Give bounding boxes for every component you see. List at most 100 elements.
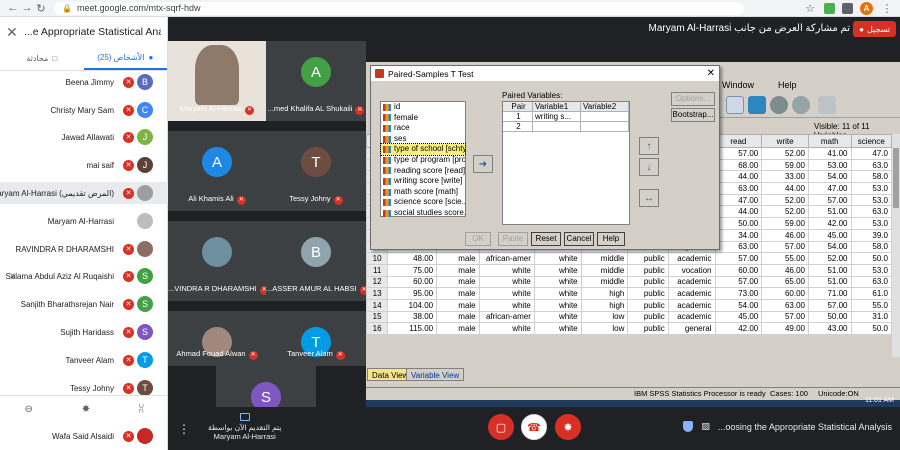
profile-avatar[interactable]: A	[860, 1, 873, 15]
data-cell[interactable]: 75.00	[387, 263, 438, 277]
close-icon[interactable]: ✕	[6, 24, 18, 41]
data-cell[interactable]: white	[533, 252, 582, 265]
data-cell[interactable]: low	[580, 322, 629, 335]
data-cell[interactable]: academic	[667, 298, 716, 312]
participant-row[interactable]: Maryam Al-Harrasi	[0, 210, 168, 232]
data-cell[interactable]: public	[627, 252, 669, 265]
pair-variable2[interactable]	[581, 122, 629, 132]
data-cell[interactable]: white	[533, 298, 582, 312]
data-cell[interactable]: 57.00	[714, 147, 763, 160]
row-number[interactable]: 15	[366, 310, 389, 324]
data-cell[interactable]: 59.00	[761, 217, 809, 230]
move-up-button[interactable]: ↑	[639, 137, 659, 155]
video-tile[interactable]: S	[216, 366, 316, 412]
data-cell[interactable]: middle	[580, 275, 629, 289]
participant-row[interactable]: Sujith Haridass ✕ S	[0, 321, 168, 343]
data-cell[interactable]: 57.00	[761, 310, 809, 324]
data-cell[interactable]: 44.00	[761, 182, 809, 195]
pair-variable2[interactable]	[581, 112, 629, 122]
data-cell[interactable]: white	[533, 322, 582, 335]
sphere-icon[interactable]	[770, 96, 788, 114]
data-cell[interactable]: academic	[667, 287, 716, 300]
move-down-button[interactable]: ↓	[639, 158, 659, 176]
data-cell[interactable]: 57.00	[808, 193, 852, 207]
column-header[interactable]: write	[761, 134, 809, 148]
shield-icon[interactable]	[683, 421, 694, 432]
data-cell[interactable]: public	[627, 310, 669, 324]
mute-all-icon[interactable]: ✸	[82, 404, 90, 415]
data-cell[interactable]: 60.00	[761, 287, 809, 300]
data-cell[interactable]: 50.0	[850, 322, 892, 335]
reload-icon[interactable]: ↻	[34, 1, 48, 15]
data-cell[interactable]: 57.00	[714, 275, 763, 289]
video-tile[interactable]: B ...ASSER AMUR AL HABSI ✕	[266, 221, 369, 301]
data-cell[interactable]: vocation	[667, 263, 716, 277]
participant-row[interactable]: Wafa Said Alsaidi ✕	[0, 425, 168, 447]
data-cell[interactable]: 63.00	[761, 298, 809, 312]
close-icon[interactable]: ✕	[707, 68, 715, 79]
bootstrap-button[interactable]: Bootstrap...	[671, 108, 715, 122]
hang-up-button[interactable]: ☎	[521, 414, 547, 440]
value-labels-icon[interactable]	[726, 96, 744, 114]
row-number[interactable]: 11	[366, 263, 389, 277]
video-tile[interactable]: A Ali Khamis Ali ✕	[168, 131, 266, 211]
video-tile[interactable]: Ahmad Fouad Alwan ✕	[168, 311, 266, 366]
data-cell[interactable]: 59.00	[761, 158, 809, 172]
data-cell[interactable]: 46.00	[761, 263, 809, 277]
pair-variable1[interactable]	[533, 122, 581, 132]
sphere-icon[interactable]	[792, 96, 810, 114]
data-cell[interactable]: 54.00	[714, 298, 763, 312]
data-cell[interactable]: middle	[580, 263, 629, 277]
variable-item[interactable]: writing score [write]	[381, 176, 465, 187]
data-cell[interactable]: male	[436, 275, 480, 289]
puzzle-icon[interactable]	[842, 2, 853, 14]
star-icon[interactable]: ☆	[803, 1, 817, 15]
paired-variables-table[interactable]: Pair Variable1 Variable2 1 writing s... …	[502, 101, 630, 225]
data-cell[interactable]: 60.00	[387, 275, 438, 289]
tab-variable-view[interactable]: Variable View	[406, 368, 465, 381]
data-cell[interactable]: male	[436, 298, 480, 312]
data-cell[interactable]: african-amer	[478, 252, 535, 265]
menu-help[interactable]: Help	[778, 80, 797, 90]
data-cell[interactable]: middle	[580, 252, 629, 265]
data-cell[interactable]: 50.0	[850, 252, 892, 265]
participant-row[interactable]: Beena Jimmy ✕ B	[0, 71, 168, 93]
row-number[interactable]: 10	[366, 252, 389, 265]
variable-item[interactable]: social studies score...	[381, 208, 465, 219]
data-cell[interactable]: 31.0	[850, 310, 892, 324]
data-cell[interactable]: 52.00	[761, 147, 809, 160]
data-cell[interactable]: 63.0	[850, 205, 892, 219]
data-cell[interactable]: 53.00	[808, 158, 852, 172]
data-cell[interactable]: white	[478, 287, 535, 300]
data-cell[interactable]: 65.00	[761, 275, 809, 289]
video-tile[interactable]: T Tessy Johny ✕	[266, 131, 366, 211]
data-cell[interactable]: 53.0	[850, 182, 892, 195]
data-cell[interactable]: 39.0	[850, 228, 892, 242]
data-cell[interactable]: 57.00	[761, 240, 809, 254]
data-cell[interactable]: 58.0	[850, 170, 892, 184]
data-cell[interactable]: white	[533, 287, 582, 300]
data-cell[interactable]: public	[627, 298, 669, 312]
data-cell[interactable]: male	[436, 263, 480, 277]
data-cell[interactable]: 48.00	[387, 252, 438, 265]
video-tile[interactable]: T Tanveer Alam ✕	[266, 311, 366, 366]
captions-icon[interactable]: ▨	[701, 421, 710, 432]
data-cell[interactable]: 53.0	[850, 193, 892, 207]
variable-item[interactable]: id	[381, 102, 465, 113]
data-cell[interactable]: academic	[667, 310, 716, 324]
row-number[interactable]: 14	[366, 298, 389, 312]
participant-row[interactable]: Christy Mary Sam ✕ C	[0, 99, 168, 121]
data-cell[interactable]: high	[580, 298, 629, 312]
address-bar[interactable]: 🔒 meet.google.com/mtx-sqrf-hdw	[54, 1, 744, 15]
data-cell[interactable]: public	[627, 322, 669, 335]
data-cell[interactable]: 55.0	[850, 298, 892, 312]
data-cell[interactable]: academic	[667, 275, 716, 289]
data-cell[interactable]: white	[478, 263, 535, 277]
column-header[interactable]: read	[714, 134, 763, 148]
data-cell[interactable]: 47.00	[714, 193, 763, 207]
data-cell[interactable]: male	[436, 310, 480, 324]
more-options-icon[interactable]: ⋮	[178, 422, 190, 436]
variable-item[interactable]: female	[381, 113, 465, 124]
forward-icon[interactable]: →	[20, 1, 34, 15]
data-cell[interactable]: 63.0	[850, 158, 892, 172]
